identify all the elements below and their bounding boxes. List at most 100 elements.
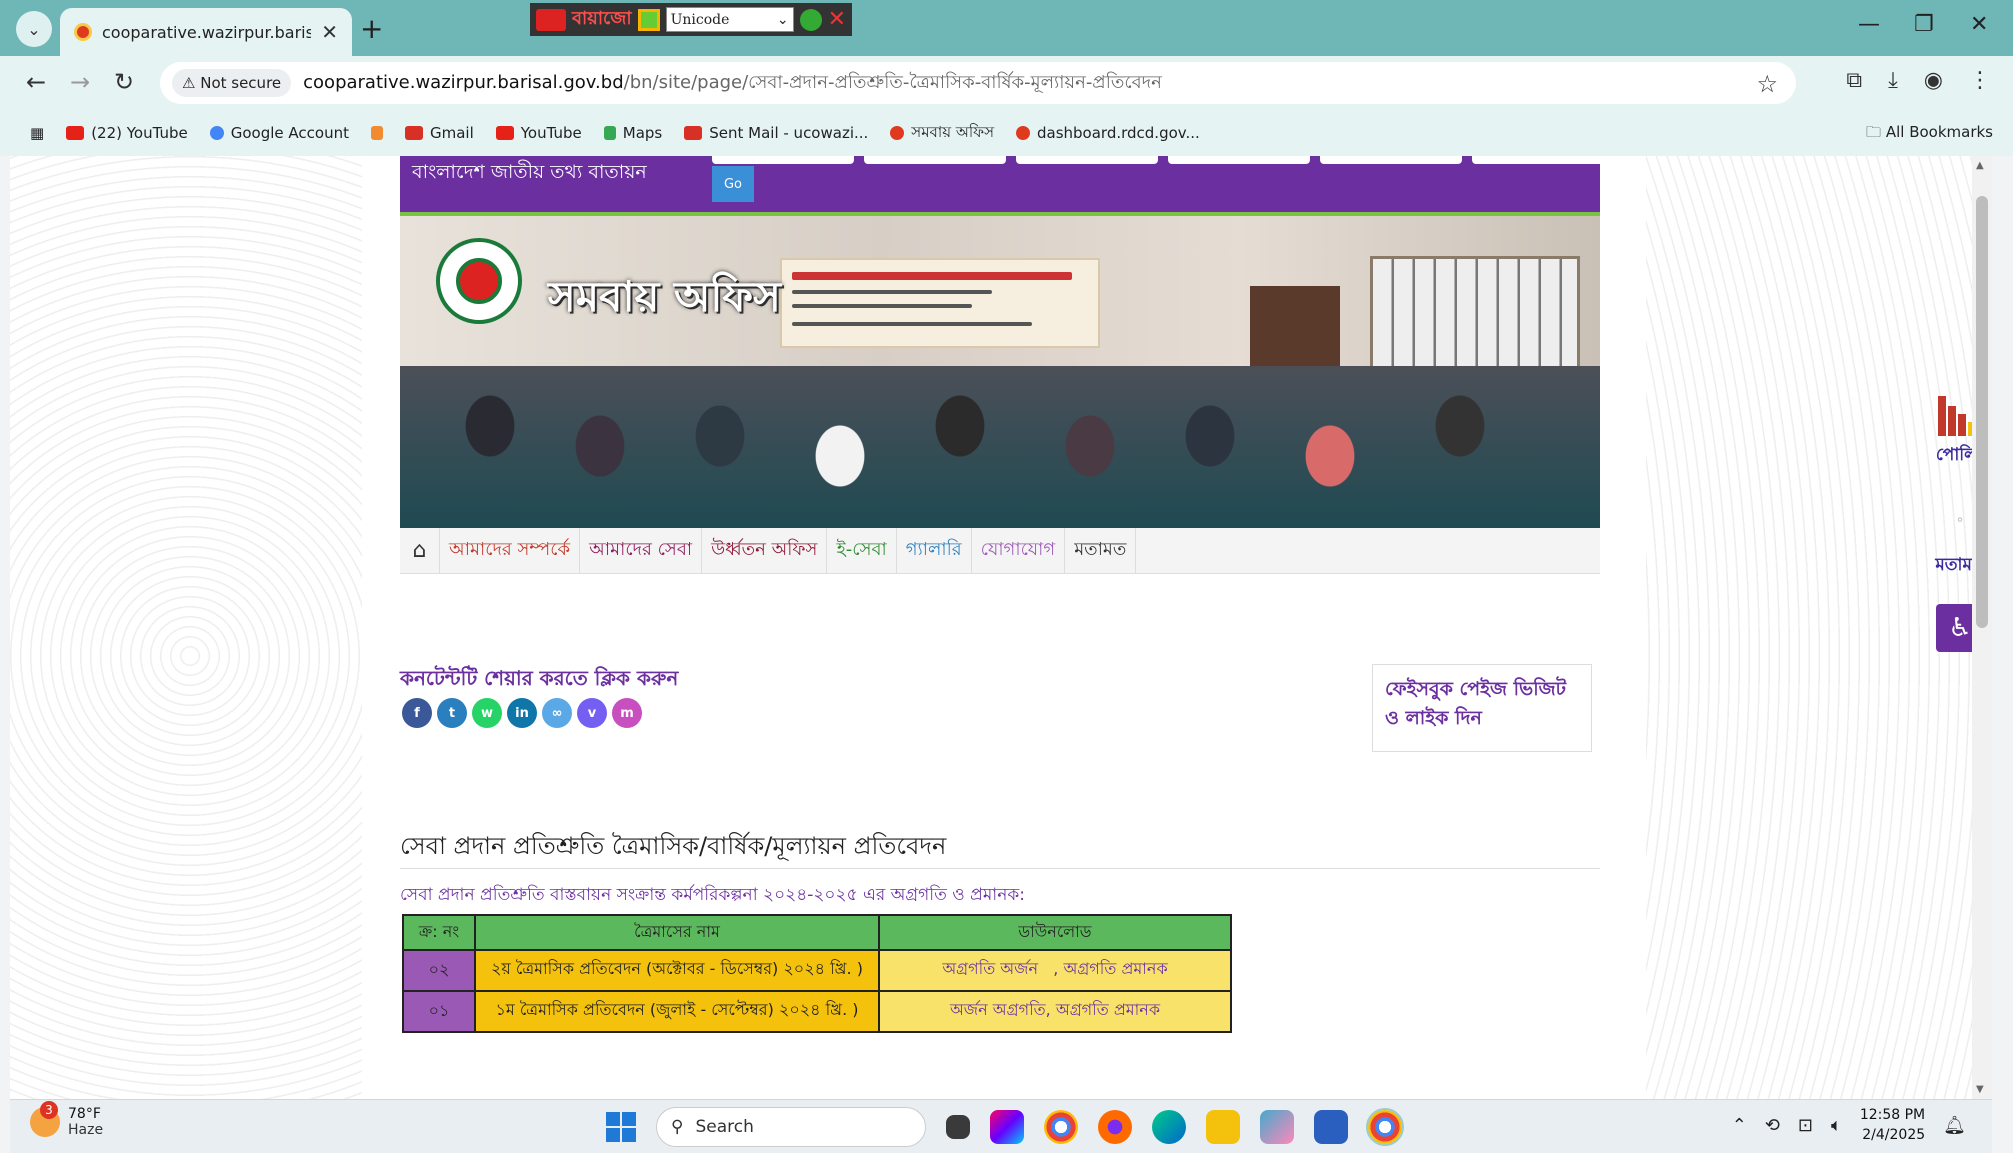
scrollbar[interactable]: ▲ ▼ [1972, 156, 1992, 1099]
new-tab-button[interactable]: + [360, 12, 383, 45]
bookmark-item[interactable]: Gmail [404, 124, 474, 142]
viber-icon[interactable]: v [577, 698, 607, 728]
facebook-icon[interactable]: f [402, 698, 432, 728]
page-viewport: বাংলাদেশ জাতীয় তথ্য বাতায়ন Go সমবায় অ… [10, 156, 1992, 1099]
tab-search-button[interactable]: ⌄ [16, 11, 52, 47]
edge-icon[interactable] [1152, 1110, 1186, 1144]
extensions-icon[interactable]: ⧉ [1846, 68, 1862, 93]
task-view-icon[interactable] [946, 1115, 970, 1139]
chevron-up-icon[interactable]: ⌃ [1732, 1115, 1747, 1136]
tab-active[interactable]: cooparative.wazirpur.barisal.go ✕ [60, 8, 352, 56]
network-icon[interactable]: ⊡ [1798, 1115, 1813, 1136]
report-table: ক্র: নং ত্রৈমাসের নাম ডাউনলোড ০২ ২য় ত্র… [402, 914, 1232, 1033]
share-title: কনটেন্টটি শেয়ার করতে ক্লিক করুন [400, 666, 679, 690]
serial-cell: ০১ [402, 990, 476, 1033]
menu-icon[interactable]: ⋮ [1969, 68, 1991, 93]
scroll-down-icon[interactable]: ▼ [1976, 1084, 1984, 1095]
download-icon[interactable]: ⤓ [1888, 68, 1898, 93]
bookmark-label: সমবায় অফিস [911, 122, 994, 141]
bookmark-item[interactable]: Google Account [209, 124, 349, 142]
bookmark-item[interactable] [370, 126, 383, 140]
download-link[interactable]: অর্জন অগ্রগতি, [950, 1000, 1051, 1019]
all-bookmarks[interactable]: 🗀 All Bookmarks [1866, 122, 1993, 147]
site-banner: সমবায় অফিস [400, 216, 1600, 528]
browser-window: ⌄ cooparative.wazirpur.barisal.go ✕ + বা… [0, 0, 2013, 1153]
volume-icon[interactable]: 🔈︎ [1831, 1115, 1842, 1136]
menu-item-contact[interactable]: যোগাযোগ [972, 527, 1066, 574]
taskbar-search[interactable]: ⚲ Search [656, 1107, 926, 1147]
messenger-icon[interactable]: m [612, 698, 642, 728]
youtube-icon [495, 126, 514, 140]
download-link[interactable]: অগ্রগতি অর্জন [942, 959, 1038, 978]
column-header: ত্রৈমাসের নাম [474, 914, 880, 951]
restore-icon[interactable]: ❐ [1914, 12, 1934, 37]
bookmark-item[interactable]: Sent Mail - ucowazi... [684, 124, 868, 142]
scroll-up-icon[interactable]: ▲ [1976, 160, 1984, 171]
facebook-page-box[interactable]: ফেইসবুক পেইজ ভিজিট ও লাইক দিন [1372, 664, 1592, 752]
linkedin-icon[interactable]: in [507, 698, 537, 728]
office-select[interactable] [1320, 156, 1462, 164]
bookmark-item[interactable]: (22) YouTube [66, 124, 188, 142]
divider [400, 868, 1600, 869]
security-chip[interactable]: ⚠ Not secure [172, 69, 292, 97]
back-icon[interactable]: ← [26, 68, 46, 96]
apps-grid-icon[interactable]: ▦ [30, 124, 44, 142]
chrome-icon[interactable] [1044, 1110, 1078, 1144]
youtube-icon [66, 126, 85, 140]
menu-item-e-service[interactable]: ই-সেবা [827, 527, 897, 574]
bookmark-item[interactable]: YouTube [495, 124, 582, 142]
district-select[interactable] [864, 156, 1006, 164]
notification-bell-icon[interactable]: 🔔︎ [1943, 1115, 1966, 1136]
download-link[interactable]: অগ্রগতি প্রমানক [1056, 1000, 1160, 1019]
bookmark-item[interactable]: Maps [603, 124, 662, 142]
bookmark-item[interactable]: সমবায় অফিস [890, 121, 994, 146]
photos-icon[interactable] [1260, 1110, 1294, 1144]
link-icon[interactable]: ∞ [542, 698, 572, 728]
ime-encoding-select[interactable]: Unicode ⌄ [665, 7, 794, 32]
ime-toggle[interactable] [637, 8, 660, 31]
bookmark-label: (22) YouTube [91, 124, 188, 142]
minimize-icon[interactable]: — [1858, 12, 1880, 37]
menu-item-gallery[interactable]: গ্যালারি [897, 527, 972, 574]
bookmark-star-icon[interactable]: ☆ [1756, 70, 1778, 98]
bookmark-item[interactable]: dashboard.rdcd.gov... [1016, 124, 1200, 142]
copilot-icon[interactable] [990, 1110, 1024, 1144]
menu-item-services[interactable]: আমাদের সেবা [580, 527, 703, 574]
weather-widget[interactable]: 3 78°F Haze [30, 1101, 103, 1138]
menu-item-feedback[interactable]: মতামত [1065, 527, 1137, 574]
table-header-row: ক্র: নং ত্রৈমাসের নাম ডাউনলোড [402, 914, 1232, 951]
menu-item-about[interactable]: আমাদের সম্পর্কে [440, 527, 581, 574]
bookmark-icon [370, 126, 383, 140]
main-menu: ⌂ আমাদের সম্পর্কে আমাদের সেবা উর্ধ্বতন অ… [400, 527, 1600, 574]
url-host: cooparative.wazirpur.barisal.gov.bd [303, 71, 624, 93]
upazila-select[interactable] [1016, 156, 1158, 164]
reload-icon[interactable]: ↻ [114, 68, 134, 96]
gmail-icon [684, 126, 703, 140]
menu-item-superior-office[interactable]: উর্ধ্বতন অফিস [702, 527, 828, 574]
file-explorer-icon[interactable] [1206, 1110, 1240, 1144]
division-select[interactable] [712, 156, 854, 164]
store-icon[interactable] [1314, 1110, 1348, 1144]
scrollbar-thumb[interactable] [1976, 196, 1988, 628]
profile-icon[interactable]: ◉ [1924, 68, 1943, 93]
twitter-icon[interactable]: t [437, 698, 467, 728]
address-bar[interactable]: ⚠ Not secure cooparative.wazirpur.barisa… [160, 62, 1796, 104]
firefox-icon[interactable] [1098, 1110, 1132, 1144]
whatsapp-icon[interactable]: w [472, 698, 502, 728]
chrome-profile-icon[interactable] [1366, 1108, 1404, 1146]
ime-go-icon[interactable] [799, 8, 822, 31]
home-icon[interactable]: ⌂ [400, 527, 440, 574]
clock[interactable]: 12:58 PM 2/4/2025 [1860, 1106, 1925, 1145]
sync-icon[interactable]: ⟲ [1765, 1115, 1780, 1136]
ime-close-icon[interactable]: ✕ [828, 7, 846, 32]
search-field[interactable] [1472, 156, 1614, 164]
forward-icon[interactable]: → [70, 68, 90, 96]
close-window-icon[interactable]: ✕ [1970, 12, 1988, 37]
ime-label[interactable]: বায়াজো [572, 4, 632, 35]
tab-close-icon[interactable]: ✕ [321, 20, 338, 44]
office-type-select[interactable] [1168, 156, 1310, 164]
go-button[interactable]: Go [712, 166, 754, 202]
download-link[interactable]: , অগ্রগতি প্রমানক [1053, 959, 1167, 978]
windows-start-icon[interactable] [606, 1112, 636, 1142]
bookmark-label: Gmail [429, 124, 474, 142]
